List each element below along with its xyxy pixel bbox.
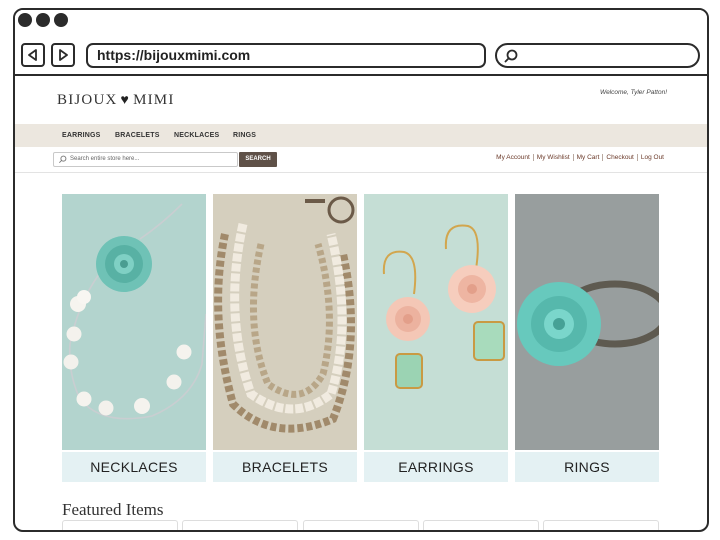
welcome-message: Welcome, Tyler Patton! bbox=[600, 89, 667, 96]
category-label-necklaces: NECKLACES bbox=[62, 452, 206, 482]
category-tile-bracelets[interactable]: BRACELETS bbox=[213, 194, 357, 482]
window-close-dot[interactable] bbox=[18, 13, 32, 27]
browser-window: https://bijouxmimi.com BIJOUX ♥ MIMI Wel… bbox=[13, 8, 709, 532]
nav-rings[interactable]: RINGS bbox=[233, 124, 256, 147]
window-minimize-dot[interactable] bbox=[36, 13, 50, 27]
my-account-link[interactable]: My Account bbox=[493, 154, 534, 161]
store-search-button[interactable]: SEARCH bbox=[239, 152, 277, 167]
category-tile-rings[interactable]: RINGS bbox=[515, 194, 659, 482]
heart-icon: ♥ bbox=[120, 92, 131, 108]
browser-search-field[interactable] bbox=[495, 43, 700, 68]
my-cart-link[interactable]: My Cart bbox=[574, 154, 604, 161]
magnifier-icon bbox=[59, 155, 67, 163]
category-label-bracelets: BRACELETS bbox=[213, 452, 357, 482]
checkout-link[interactable]: Checkout bbox=[603, 154, 638, 161]
window-maximize-dot[interactable] bbox=[54, 13, 68, 27]
nav-earrings[interactable]: EARRINGS bbox=[62, 124, 101, 147]
forward-arrow-icon bbox=[59, 49, 68, 61]
category-nav: EARRINGS BRACELETS NECKLACES RINGS bbox=[15, 124, 707, 147]
back-button[interactable] bbox=[21, 43, 45, 67]
ring-photo bbox=[515, 194, 659, 450]
address-bar[interactable]: https://bijouxmimi.com bbox=[86, 43, 486, 68]
logo-word-left: BIJOUX bbox=[57, 92, 118, 108]
back-arrow-icon bbox=[28, 49, 37, 61]
nav-necklaces[interactable]: NECKLACES bbox=[174, 124, 219, 147]
earrings-photo bbox=[364, 194, 508, 450]
featured-items-heading: Featured Items bbox=[62, 500, 164, 519]
bracelet-photo bbox=[213, 194, 357, 450]
store-logo[interactable]: BIJOUX ♥ MIMI bbox=[57, 92, 175, 109]
featured-card[interactable] bbox=[543, 520, 659, 530]
store-search-row: Search entire store here... SEARCH My Ac… bbox=[15, 147, 707, 173]
browser-chrome: https://bijouxmimi.com bbox=[15, 10, 707, 76]
store-page: BIJOUX ♥ MIMI Welcome, Tyler Patton! EAR… bbox=[15, 78, 707, 530]
featured-card[interactable] bbox=[303, 520, 419, 530]
featured-card[interactable] bbox=[182, 520, 298, 530]
featured-card[interactable] bbox=[62, 520, 178, 530]
category-tile-earrings[interactable]: EARRINGS bbox=[364, 194, 508, 482]
forward-button[interactable] bbox=[51, 43, 75, 67]
store-search-placeholder: Search entire store here... bbox=[70, 156, 140, 162]
category-label-rings: RINGS bbox=[515, 452, 659, 482]
my-wishlist-link[interactable]: My Wishlist bbox=[534, 154, 574, 161]
store-search-input[interactable]: Search entire store here... bbox=[53, 152, 238, 167]
category-tile-necklaces[interactable]: NECKLACES bbox=[62, 194, 206, 482]
nav-bracelets[interactable]: BRACELETS bbox=[115, 124, 160, 147]
search-icon bbox=[504, 49, 518, 63]
necklace-photo bbox=[62, 194, 206, 450]
category-label-earrings: EARRINGS bbox=[364, 452, 508, 482]
logout-link[interactable]: Log Out bbox=[638, 154, 667, 161]
logo-word-right: MIMI bbox=[133, 92, 175, 108]
featured-card[interactable] bbox=[423, 520, 539, 530]
account-links: My Account My Wishlist My Cart Checkout … bbox=[493, 154, 667, 161]
